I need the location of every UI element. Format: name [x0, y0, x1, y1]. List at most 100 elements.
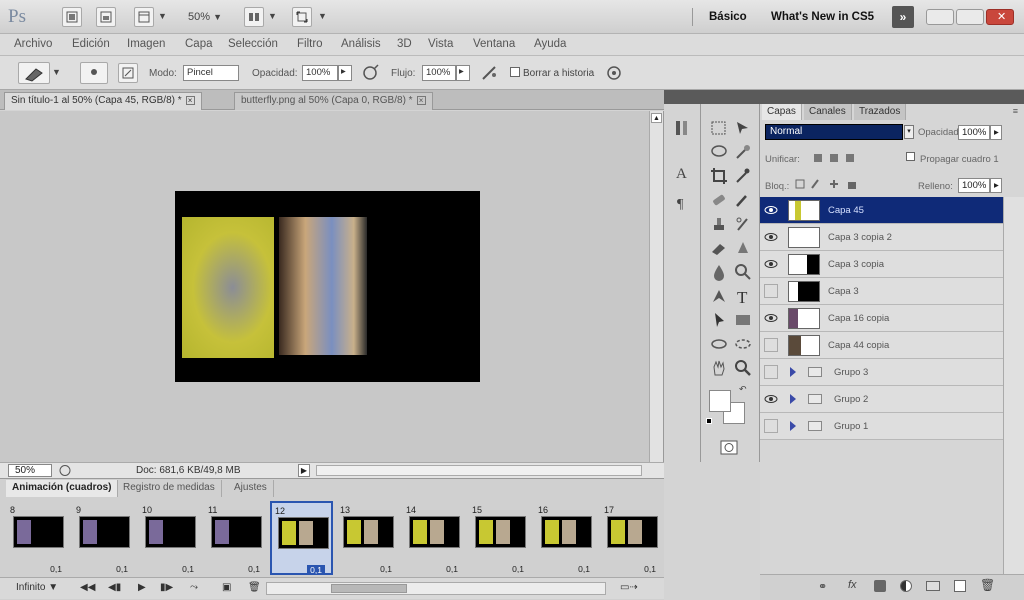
- eraser-tool-icon[interactable]: [709, 238, 729, 258]
- blur-tool-icon[interactable]: [709, 262, 729, 282]
- quick-selection-tool-icon[interactable]: [733, 142, 753, 162]
- layer-row[interactable]: Capa 3: [760, 278, 1003, 305]
- adjustment-layer-icon[interactable]: [900, 580, 912, 592]
- clone-stamp-tool-icon[interactable]: [709, 214, 729, 234]
- close-button[interactable]: ✕: [986, 9, 1014, 25]
- marquee-tool-icon[interactable]: [709, 118, 729, 138]
- first-frame-button[interactable]: ◀◀: [80, 582, 95, 593]
- 3d-rotate-tool-icon[interactable]: [709, 334, 729, 354]
- visibility-eye-icon[interactable]: [764, 257, 778, 271]
- chevron-down-icon[interactable]: ▼: [158, 11, 167, 21]
- zoom-field[interactable]: 50%: [8, 464, 52, 477]
- expand-arrow-icon[interactable]: [790, 421, 796, 431]
- canvas-vertical-scrollbar[interactable]: ▲: [649, 111, 663, 462]
- menu-imagen[interactable]: Imagen: [127, 38, 165, 50]
- layer-row[interactable]: Capa 45: [760, 197, 1003, 224]
- chevron-down-icon[interactable]: ▼: [52, 67, 61, 77]
- animation-frame[interactable]: 9 0,1: [72, 501, 135, 575]
- animation-frame[interactable]: 8 0,1: [6, 501, 69, 575]
- brush-tool-icon[interactable]: [733, 190, 753, 210]
- flow-field[interactable]: 100%: [422, 65, 456, 81]
- gradient-tool-icon[interactable]: [733, 238, 753, 258]
- rectangle-tool-icon[interactable]: [733, 310, 753, 330]
- tab-animacion[interactable]: Animación (cuadros): [6, 480, 119, 497]
- paragraph-panel-icon[interactable]: ¶: [672, 192, 692, 212]
- character-panel-icon[interactable]: A: [672, 162, 692, 182]
- menu-archivo[interactable]: Archivo: [14, 38, 52, 50]
- duplicate-frame-button[interactable]: ▣: [222, 582, 231, 593]
- animation-frame[interactable]: 14 0,1: [402, 501, 465, 575]
- menu-capa[interactable]: Capa: [185, 38, 213, 50]
- status-icon[interactable]: [58, 464, 72, 477]
- document-canvas-area[interactable]: ▲: [0, 111, 664, 462]
- tab-butterfly[interactable]: butterfly.png al 50% (Capa 0, RGB/8) * ×: [234, 92, 433, 110]
- animation-frame[interactable]: 16 0,1: [534, 501, 597, 575]
- panel-menu-icon[interactable]: ≡: [1013, 106, 1018, 116]
- workspace-basic[interactable]: Básico: [709, 11, 747, 23]
- lock-buttons-icon[interactable]: [794, 176, 866, 192]
- tween-button[interactable]: ⤳: [190, 582, 198, 593]
- animation-frame[interactable]: 11 0,1: [204, 501, 267, 575]
- tab-registro-medidas[interactable]: Registro de medidas: [117, 480, 222, 497]
- quick-mask-icon[interactable]: [719, 438, 739, 458]
- visibility-toggle[interactable]: [764, 338, 778, 352]
- expand-arrow-icon[interactable]: [790, 367, 796, 377]
- visibility-toggle[interactable]: [764, 419, 778, 433]
- opacity-field[interactable]: 100%: [302, 65, 338, 81]
- tab-sin-titulo[interactable]: Sin título-1 al 50% (Capa 45, RGB/8) * ×: [4, 92, 202, 110]
- arrange-documents-button[interactable]: [244, 7, 264, 27]
- minimize-button[interactable]: [926, 9, 954, 25]
- new-group-icon[interactable]: [926, 581, 940, 591]
- visibility-eye-icon[interactable]: [764, 392, 778, 406]
- layers-scrollbar[interactable]: [1003, 197, 1024, 574]
- mode-select[interactable]: Pincel: [183, 65, 239, 81]
- visibility-eye-icon[interactable]: [764, 311, 778, 325]
- menu-vista[interactable]: Vista: [428, 38, 453, 50]
- default-colors-icon[interactable]: [706, 418, 712, 424]
- frame-delay[interactable]: 0,1: [248, 564, 260, 574]
- frames-scrollbar[interactable]: [266, 582, 606, 595]
- menu-seleccion[interactable]: Selección: [228, 38, 278, 50]
- layer-row[interactable]: Capa 44 copia: [760, 332, 1003, 359]
- new-layer-icon[interactable]: [954, 580, 966, 592]
- convert-timeline-button[interactable]: ▭⇢: [620, 582, 638, 593]
- frame-delay[interactable]: 0,1: [512, 564, 524, 574]
- menu-filtro[interactable]: Filtro: [297, 38, 323, 50]
- close-icon[interactable]: ×: [416, 95, 426, 105]
- more-workspaces-button[interactable]: »: [892, 6, 914, 28]
- layer-group-row[interactable]: Grupo 2: [760, 386, 1003, 413]
- scrollbar-thumb[interactable]: [331, 584, 407, 593]
- link-layers-icon[interactable]: ⚭: [818, 580, 827, 593]
- chevron-down-icon[interactable]: ▼: [318, 11, 327, 21]
- launch-bridge-button[interactable]: [62, 7, 82, 27]
- layer-row[interactable]: Capa 16 copia: [760, 305, 1003, 332]
- expand-arrow-icon[interactable]: [790, 394, 796, 404]
- airbrush-icon[interactable]: [479, 63, 499, 83]
- flow-slider-arrow[interactable]: ▸: [456, 65, 470, 81]
- brush-panel-toggle[interactable]: [118, 63, 138, 83]
- brush-preset-picker[interactable]: [80, 62, 108, 84]
- foreground-color-swatch[interactable]: [709, 390, 731, 412]
- propagate-checkbox[interactable]: [906, 152, 915, 161]
- history-panel-icon[interactable]: [672, 118, 692, 138]
- animation-frame[interactable]: 15 0,1: [468, 501, 531, 575]
- next-frame-button[interactable]: ▮▶: [160, 582, 173, 593]
- close-icon[interactable]: ×: [185, 95, 195, 105]
- menu-3d[interactable]: 3D: [397, 38, 412, 50]
- eyedropper-tool-icon[interactable]: [733, 166, 753, 186]
- restore-button[interactable]: [956, 9, 984, 25]
- frame-delay[interactable]: 0,1: [116, 564, 128, 574]
- play-button[interactable]: ▶: [138, 582, 146, 593]
- blend-mode-select[interactable]: Normal: [765, 124, 903, 140]
- tab-trazados[interactable]: Trazados: [854, 104, 907, 120]
- fill-arrow[interactable]: ▸: [990, 178, 1002, 193]
- launch-minibridge-button[interactable]: [96, 7, 116, 27]
- layer-opacity-arrow[interactable]: ▸: [990, 125, 1002, 140]
- zoom-level-select[interactable]: 50% ▼: [188, 11, 222, 23]
- canvas-horizontal-scrollbar[interactable]: [316, 465, 642, 476]
- tab-ajustes[interactable]: Ajustes: [228, 480, 274, 497]
- frame-delay[interactable]: 0,1: [50, 564, 62, 574]
- menu-edicion[interactable]: Edición: [72, 38, 110, 50]
- workspace-whats-new[interactable]: What's New in CS5: [771, 11, 874, 23]
- pen-tool-icon[interactable]: [709, 286, 729, 306]
